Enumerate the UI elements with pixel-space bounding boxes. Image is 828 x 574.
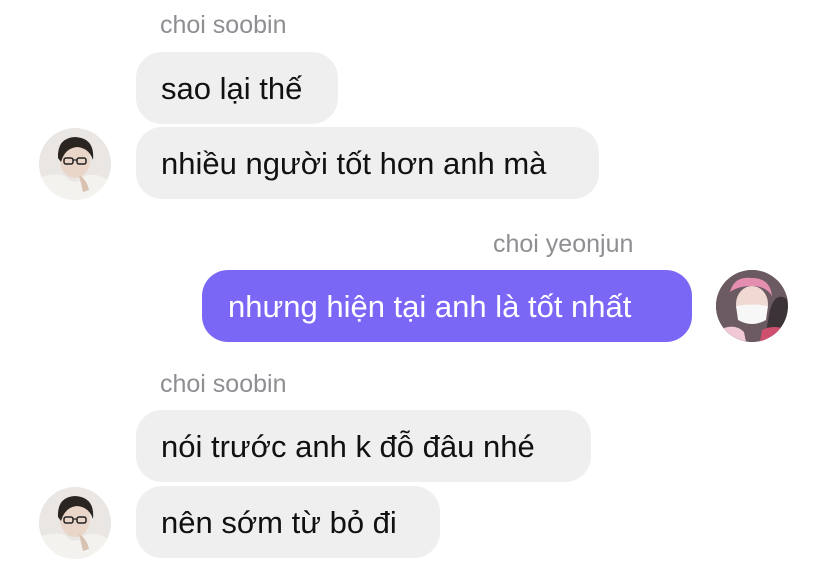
sender-name-soobin: choi soobin — [160, 11, 287, 39]
message-bubble-outgoing[interactable]: nhưng hiện tại anh là tốt nhất — [202, 270, 692, 342]
message-bubble-incoming[interactable]: sao lại thế — [136, 52, 338, 124]
avatar-soobin-icon[interactable] — [39, 487, 111, 559]
message-bubble-incoming[interactable]: nói trước anh k đỗ đâu nhé — [136, 410, 591, 482]
message-bubble-incoming[interactable]: nhiều người tốt hơn anh mà — [136, 127, 599, 199]
avatar-yeonjun-icon[interactable] — [716, 270, 788, 342]
message-text: sao lại thế — [161, 70, 303, 106]
sender-name-soobin: choi soobin — [160, 370, 287, 398]
avatar-soobin-icon[interactable] — [39, 128, 111, 200]
message-bubble-incoming[interactable]: nên sớm từ bỏ đi — [136, 486, 440, 558]
message-text: nói trước anh k đỗ đâu nhé — [161, 428, 535, 464]
sender-name-yeonjun: choi yeonjun — [493, 230, 634, 258]
message-text: nhiều người tốt hơn anh mà — [161, 145, 547, 181]
message-text: nên sớm từ bỏ đi — [161, 504, 397, 540]
message-text: nhưng hiện tại anh là tốt nhất — [228, 288, 632, 324]
